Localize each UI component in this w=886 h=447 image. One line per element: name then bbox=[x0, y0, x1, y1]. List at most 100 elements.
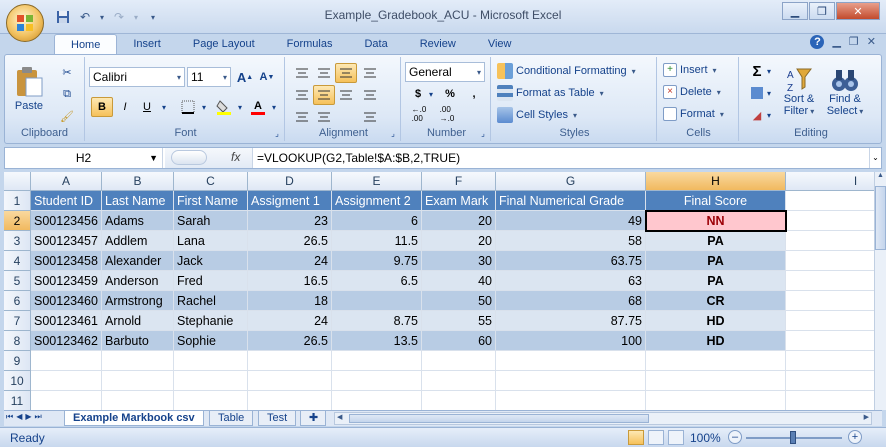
ribbon-close-icon[interactable]: ✕ bbox=[867, 35, 876, 49]
currency-dropdown-icon[interactable]: ▾ bbox=[427, 85, 435, 103]
table-cell[interactable]: PA bbox=[646, 231, 786, 251]
table-cell[interactable] bbox=[332, 291, 422, 311]
table-cell[interactable]: 20 bbox=[422, 231, 496, 251]
align-middle-icon[interactable] bbox=[313, 63, 335, 83]
underline-button[interactable]: U bbox=[137, 97, 157, 117]
table-cell[interactable]: 55 bbox=[422, 311, 496, 331]
table-cell[interactable]: S00123457 bbox=[31, 231, 102, 251]
find-select-button[interactable]: Find & Select ▾ bbox=[823, 59, 867, 125]
clear-dropdown-icon[interactable]: ▾ bbox=[765, 105, 773, 125]
bold-button[interactable]: B bbox=[91, 97, 113, 117]
grow-font-button[interactable]: A ▲ bbox=[235, 68, 255, 86]
align-bottom-icon[interactable] bbox=[335, 63, 357, 83]
table-cell[interactable] bbox=[174, 391, 248, 410]
table-cell[interactable]: PA bbox=[646, 271, 786, 291]
name-box[interactable]: H2 ▼ bbox=[5, 148, 163, 168]
table-header-cell[interactable] bbox=[786, 191, 874, 211]
table-cell[interactable] bbox=[332, 351, 422, 371]
alignment-dialog-launcher-icon[interactable]: ⌟ bbox=[388, 128, 398, 138]
table-cell[interactable]: Adams bbox=[102, 211, 174, 231]
align-center-icon[interactable] bbox=[313, 85, 335, 105]
insert-cells-button[interactable]: + Insert ▾ bbox=[663, 63, 717, 77]
row-header-11[interactable]: 11 bbox=[4, 391, 31, 410]
italic-button[interactable]: I bbox=[115, 97, 135, 117]
formula-input[interactable]: =VLOOKUP(G2,Table!$A:$B,2,TRUE) bbox=[257, 148, 460, 168]
select-all-corner[interactable] bbox=[4, 172, 31, 191]
row-header-10[interactable]: 10 bbox=[4, 371, 31, 391]
paste-button[interactable]: Paste bbox=[9, 61, 49, 117]
row-header-7[interactable]: 7 bbox=[4, 311, 31, 331]
table-cell[interactable] bbox=[786, 291, 874, 311]
fill-dropdown-icon[interactable]: ▾ bbox=[765, 83, 773, 103]
table-cell[interactable]: S00123456 bbox=[31, 211, 102, 231]
table-cell[interactable] bbox=[248, 391, 332, 410]
number-format-box[interactable]: General ▾ bbox=[405, 62, 485, 82]
formula-cancel-enter-handle[interactable] bbox=[171, 150, 207, 165]
table-cell[interactable]: Stephanie bbox=[174, 311, 248, 331]
table-cell[interactable] bbox=[422, 351, 496, 371]
office-button[interactable] bbox=[6, 4, 44, 42]
table-cell[interactable]: Alexander bbox=[102, 251, 174, 271]
table-cell[interactable]: 63 bbox=[496, 271, 646, 291]
table-cell[interactable] bbox=[422, 371, 496, 391]
table-cell[interactable]: 26.5 bbox=[248, 231, 332, 251]
table-cell[interactable]: NN bbox=[646, 211, 786, 231]
table-cell[interactable]: HD bbox=[646, 311, 786, 331]
table-cell[interactable] bbox=[31, 371, 102, 391]
wrap-text-icon[interactable] bbox=[359, 107, 381, 127]
table-cell[interactable]: 100 bbox=[496, 331, 646, 351]
table-cell[interactable]: S00123460 bbox=[31, 291, 102, 311]
page-break-view-icon[interactable] bbox=[668, 430, 684, 445]
table-cell[interactable] bbox=[496, 351, 646, 371]
borders-icon[interactable] bbox=[177, 97, 199, 117]
table-cell[interactable]: Rachel bbox=[174, 291, 248, 311]
table-cell[interactable]: 58 bbox=[496, 231, 646, 251]
help-icon[interactable]: ? bbox=[810, 35, 825, 49]
table-cell[interactable] bbox=[248, 371, 332, 391]
sheet-nav-arrows-icon[interactable]: ⏮◀▶⏭ bbox=[6, 412, 45, 422]
format-painter-icon[interactable]: 🖌 bbox=[57, 107, 77, 125]
decrease-decimal-icon[interactable]: .00 →.0 bbox=[435, 105, 459, 123]
table-cell[interactable] bbox=[646, 371, 786, 391]
table-cell[interactable]: Arnold bbox=[102, 311, 174, 331]
increase-indent-icon[interactable] bbox=[313, 107, 335, 127]
align-right-icon[interactable] bbox=[335, 85, 357, 105]
minimize-button[interactable]: ▁ bbox=[782, 2, 808, 20]
row-header-6[interactable]: 6 bbox=[4, 291, 31, 311]
insert-function-button[interactable]: fx bbox=[231, 150, 240, 164]
table-cell[interactable]: 40 bbox=[422, 271, 496, 291]
tab-page-layout[interactable]: Page Layout bbox=[177, 34, 271, 54]
table-cell[interactable] bbox=[332, 371, 422, 391]
table-cell[interactable] bbox=[786, 311, 874, 331]
row-header-4[interactable]: 4 bbox=[4, 251, 31, 271]
table-cell[interactable]: 24 bbox=[248, 251, 332, 271]
column-header-h[interactable]: H bbox=[646, 172, 786, 191]
worksheet-grid[interactable]: ABCDEFGHI 1 2 3 4 5 6 7 8 9 10 11 Student ID Last N… bbox=[4, 172, 874, 410]
table-cell[interactable]: 63.75 bbox=[496, 251, 646, 271]
percent-button[interactable]: % bbox=[439, 85, 461, 103]
delete-cells-button[interactable]: × Delete ▾ bbox=[663, 85, 721, 99]
table-cell[interactable] bbox=[786, 351, 874, 371]
sheet-tab-table[interactable]: Table bbox=[209, 411, 254, 426]
shrink-font-button[interactable]: A ▼ bbox=[257, 68, 277, 86]
tab-review[interactable]: Review bbox=[404, 34, 472, 54]
table-cell[interactable]: 60 bbox=[422, 331, 496, 351]
table-cell[interactable]: 49 bbox=[496, 211, 646, 231]
align-top-icon[interactable] bbox=[291, 63, 313, 83]
sheet-tab-example-markbook[interactable]: Example Markbook csv bbox=[64, 411, 204, 426]
merge-center-icon[interactable] bbox=[359, 85, 381, 105]
column-header-c[interactable]: C bbox=[174, 172, 248, 191]
table-cell[interactable]: 13.5 bbox=[332, 331, 422, 351]
table-cell[interactable]: Sophie bbox=[174, 331, 248, 351]
cut-icon[interactable]: ✂ bbox=[57, 63, 77, 81]
table-cell[interactable]: Armstrong bbox=[102, 291, 174, 311]
row-header-5[interactable]: 5 bbox=[4, 271, 31, 291]
tab-insert[interactable]: Insert bbox=[117, 34, 177, 54]
table-cell[interactable] bbox=[31, 391, 102, 410]
font-name-box[interactable]: Calibri ▾ bbox=[89, 67, 185, 87]
sort-filter-button[interactable]: A Z Sort & Filter ▾ bbox=[777, 59, 821, 125]
row-header-2[interactable]: 2 bbox=[4, 211, 31, 231]
zoom-level[interactable]: 100% bbox=[690, 431, 721, 445]
borders-dropdown-icon[interactable]: ▾ bbox=[199, 97, 209, 117]
sheet-tab-test[interactable]: Test bbox=[258, 411, 297, 426]
